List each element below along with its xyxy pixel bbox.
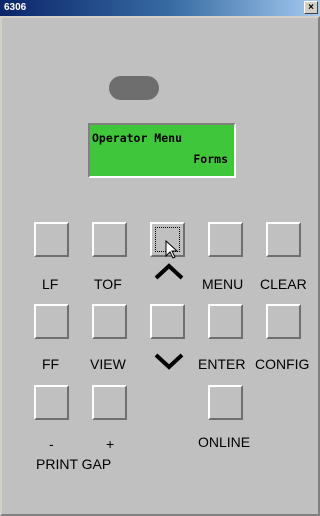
- tof-label: TOF: [94, 276, 122, 292]
- lcd-display: Operator Menu Forms: [88, 123, 236, 178]
- print-gap-label: PRINT GAP: [36, 456, 112, 472]
- status-led: [109, 76, 159, 100]
- chevron-up-icon: [154, 263, 184, 280]
- menu-label: MENU: [202, 276, 244, 292]
- chevron-down-icon: [154, 353, 184, 370]
- window-title: 6306: [4, 2, 27, 13]
- close-button[interactable]: ×: [304, 1, 318, 14]
- down-button[interactable]: [150, 304, 185, 339]
- ff-button[interactable]: [34, 304, 69, 339]
- print-minus-label: -: [49, 436, 54, 452]
- online-label: ONLINE: [198, 434, 251, 450]
- clear-label: CLEAR: [260, 276, 307, 292]
- gap-plus-button[interactable]: [92, 385, 127, 420]
- enter-label: ENTER: [198, 356, 246, 372]
- print-minus-button[interactable]: [34, 385, 69, 420]
- tof-button[interactable]: [92, 222, 127, 257]
- clear-button[interactable]: [266, 222, 301, 257]
- gap-plus-label: +: [106, 436, 115, 452]
- window-titlebar[interactable]: 6306 ×: [0, 0, 320, 16]
- lcd-line-1: Operator Menu: [92, 131, 183, 145]
- lcd-line-2: Forms: [193, 152, 228, 166]
- menu-button[interactable]: [208, 222, 243, 257]
- config-button[interactable]: [266, 304, 301, 339]
- lf-button[interactable]: [34, 222, 69, 257]
- config-label: CONFIG: [255, 356, 310, 372]
- enter-button[interactable]: [208, 304, 243, 339]
- ff-label: FF: [42, 356, 60, 372]
- view-button[interactable]: [92, 304, 127, 339]
- online-button[interactable]: [208, 385, 243, 420]
- mouse-pointer-icon: [165, 240, 179, 259]
- view-label: VIEW: [90, 356, 126, 372]
- close-icon: ×: [308, 2, 314, 13]
- lf-label: LF: [42, 276, 59, 292]
